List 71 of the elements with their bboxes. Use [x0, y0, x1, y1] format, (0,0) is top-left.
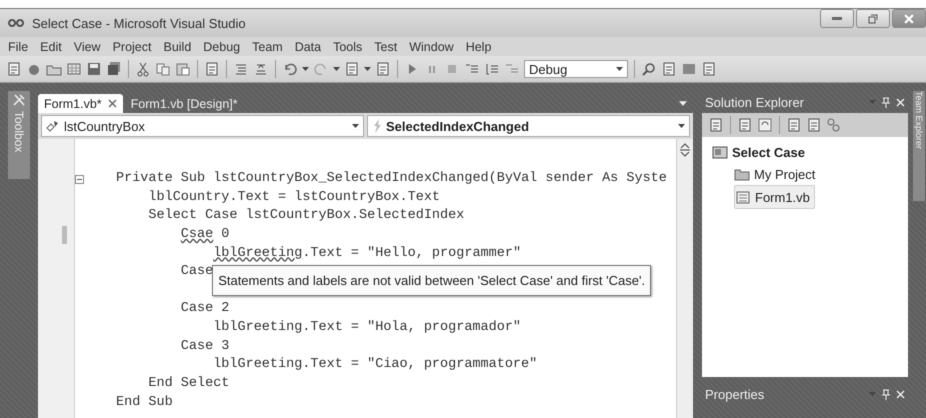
editor-tab[interactable]: Form1.vb* [38, 94, 123, 113]
cut-icon[interactable] [135, 61, 151, 77]
lightning-icon [372, 119, 382, 133]
menu-item[interactable]: Test [368, 40, 404, 54]
menu-item[interactable]: Help [460, 40, 498, 54]
form-icon[interactable] [735, 189, 751, 205]
close-icon[interactable] [896, 390, 905, 398]
menu-item[interactable]: Debug [197, 40, 246, 54]
restore-button[interactable] [856, 9, 890, 28]
tree-item[interactable]: Form1.vb [734, 185, 815, 209]
save-icon[interactable] [86, 61, 102, 77]
code-line: Case 2 [180, 300, 230, 318]
code-line: Select Case lstCountryBox.SelectedIndex [148, 207, 464, 226]
code-line: lblGreeting.Text = "Hello, programmer" [213, 244, 522, 263]
close-icon [904, 14, 914, 24]
close-button[interactable] [892, 9, 926, 28]
error-tooltip: Statements and labels are not valid between 'Select Case' and first 'Case'. [212, 265, 652, 296]
split-icon[interactable] [679, 143, 691, 157]
dropdown-arrow-icon [678, 124, 685, 128]
code-line: Case 3 [180, 338, 230, 356]
menu-item[interactable]: Build [157, 40, 198, 54]
code-line: Private Sub lstCountryBox_SelectedIndexChanged(ByVal sender As Syste [116, 170, 667, 188]
code-line: Csae 0 [180, 226, 230, 244]
code-line: lblGreeting.Text = "Hola, programador" [213, 318, 522, 337]
panel-title: Properties [705, 386, 766, 402]
window-title: Select Case - Microsoft Visual Studio [32, 16, 247, 30]
close-tab-icon[interactable] [108, 99, 117, 108]
menu-item[interactable]: Data [288, 40, 328, 54]
code-line: lblGreeting.Text = "Ciao, programmatore" [213, 356, 538, 374]
scrollbar[interactable] [676, 139, 693, 418]
editor-tab[interactable]: Form1.vb [Design]* [124, 94, 244, 113]
solution-icon[interactable] [712, 144, 728, 160]
code-line: Case [180, 263, 214, 282]
code-line: lblCountry.Text = lstCountryBox.Text [148, 188, 440, 207]
paste-icon[interactable] [175, 61, 191, 77]
dropdown-arrow-icon [616, 67, 623, 71]
dropdown-arrow-icon [364, 67, 371, 71]
pin-icon[interactable] [882, 388, 890, 400]
find-in-files-icon[interactable] [641, 61, 657, 77]
configuration-dropdown[interactable]: Debug [524, 60, 628, 78]
panel-title: Solution Explorer [705, 94, 805, 110]
menu-item[interactable]: Window [403, 40, 460, 54]
grid-icon[interactable] [66, 61, 82, 77]
save-all-icon[interactable] [106, 61, 122, 77]
code-line: End Select [148, 374, 230, 393]
class-diagram-icon[interactable] [826, 117, 842, 133]
code-line: End Sub [116, 394, 173, 412]
menu-item[interactable]: Team [246, 40, 289, 54]
tree-item[interactable]: My Project [734, 163, 898, 185]
minimize-icon [832, 16, 842, 20]
minimize-button[interactable] [820, 9, 854, 28]
dropdown-arrow-icon [302, 67, 309, 71]
app-logo-icon [8, 19, 24, 27]
menu-item[interactable]: Project [106, 40, 158, 54]
tree-item[interactable]: Select Case [712, 141, 898, 163]
tab-list-arrow-icon[interactable] [679, 101, 687, 106]
menu-item[interactable]: Edit [34, 40, 68, 54]
collapse-icon[interactable] [75, 174, 84, 184]
menu-item[interactable]: View [68, 40, 107, 54]
restore-icon [868, 14, 878, 24]
close-icon[interactable] [896, 98, 905, 106]
menu-item[interactable]: Tools [327, 40, 368, 54]
dropdown-arrow-icon [352, 124, 359, 128]
pin-icon[interactable] [882, 96, 890, 108]
menu-item[interactable]: File [2, 40, 34, 54]
dropdown-arrow-icon [333, 67, 340, 71]
method-dropdown[interactable]: SelectedIndexChanged [367, 115, 690, 137]
tools-icon [12, 93, 26, 107]
class-dropdown[interactable]: lstCountryBox [41, 115, 364, 137]
copy-icon[interactable] [155, 61, 171, 77]
change-marker [62, 226, 67, 244]
